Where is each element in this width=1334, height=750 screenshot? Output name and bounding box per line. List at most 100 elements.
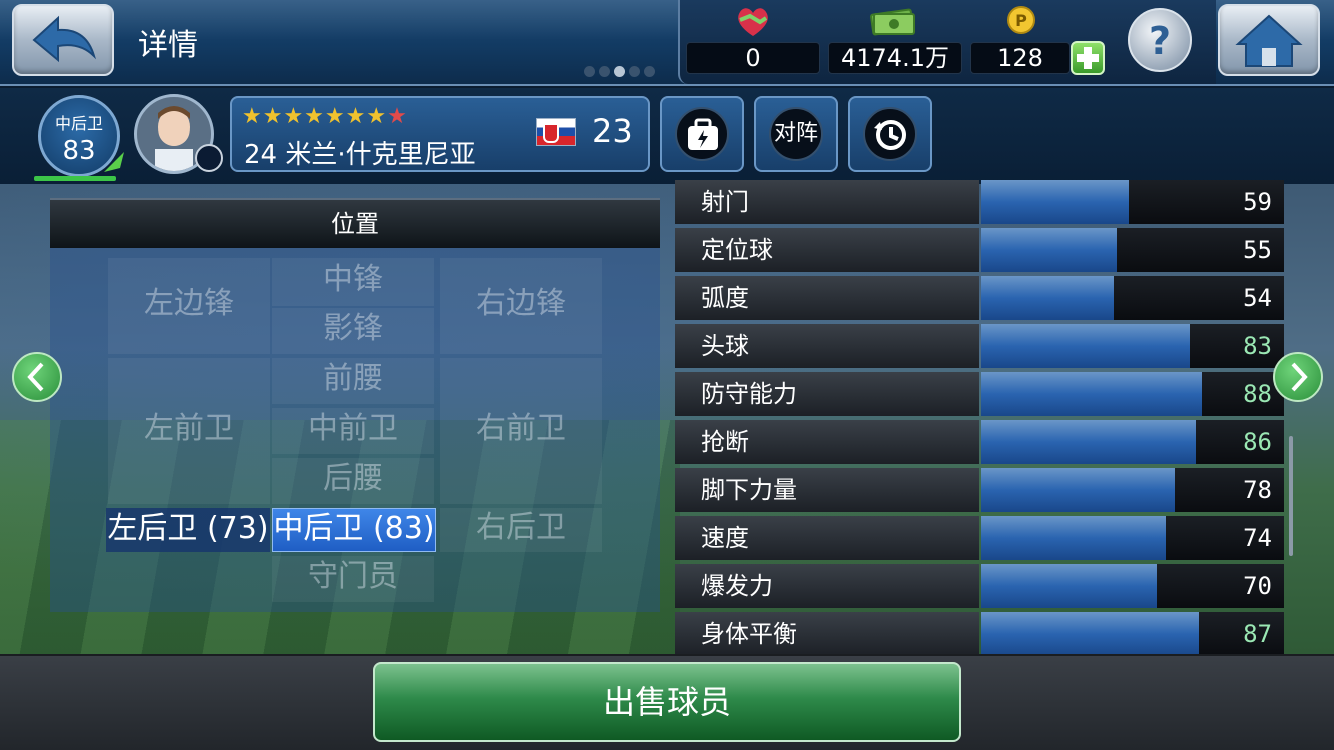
stat-value: 54	[1243, 284, 1272, 312]
stat-bar: 83	[981, 324, 1284, 368]
slovakia-flag-icon	[536, 118, 576, 146]
position-am: 前腰	[272, 358, 434, 404]
chevron-right-icon	[1291, 362, 1308, 392]
stat-row: 头球 83	[675, 324, 1284, 368]
cash-icon	[870, 4, 916, 40]
position-label: 中后卫	[54, 114, 103, 133]
stat-bar: 74	[981, 516, 1284, 560]
rating-stars: ★★★★★★★★	[242, 104, 408, 129]
stat-bar-fill	[981, 468, 1175, 512]
stat-row: 身体平衡 87	[675, 612, 1284, 656]
stat-row: 速度 74	[675, 516, 1284, 560]
stat-label: 弧度	[675, 276, 979, 320]
stat-label: 射门	[675, 180, 979, 224]
chevron-left-icon	[27, 362, 44, 392]
position-ss: 影锋	[272, 308, 434, 354]
position-dm: 后腰	[272, 458, 434, 504]
stat-value: 55	[1243, 236, 1272, 264]
stat-value: 70	[1243, 572, 1272, 600]
svg-text:?: ?	[1149, 19, 1171, 63]
stat-label: 爆发力	[675, 564, 979, 608]
sell-player-button[interactable]: 出售球员	[373, 662, 961, 742]
position-lw: 左边锋	[108, 258, 270, 354]
matchup-button[interactable]: 对阵	[754, 96, 838, 172]
stat-bar-fill	[981, 372, 1202, 416]
stat-value: 59	[1243, 188, 1272, 216]
question-icon: ?	[1149, 19, 1171, 63]
handshake-icon	[734, 4, 772, 42]
stat-bar-fill	[981, 276, 1114, 320]
page-title: 详情	[138, 28, 198, 63]
add-coins-button[interactable]	[1071, 41, 1105, 75]
stat-value: 87	[1243, 620, 1272, 648]
next-player-button[interactable]	[1273, 352, 1323, 402]
stat-bar-fill	[981, 612, 1199, 656]
stat-bar-fill	[981, 180, 1129, 224]
position-cm: 中前卫	[272, 408, 434, 454]
coin-icon: P	[1006, 4, 1036, 40]
form-arrow-icon	[102, 150, 126, 178]
previous-player-button[interactable]	[12, 352, 62, 402]
page-indicator	[584, 66, 655, 77]
stat-row: 射门 59	[675, 180, 1284, 224]
stat-value: 86	[1243, 428, 1272, 456]
stat-bar: 87	[981, 612, 1284, 656]
stat-row: 防守能力 88	[675, 372, 1284, 416]
position-cf: 中锋	[272, 258, 434, 306]
player-name: 24 米兰·什克里尼亚	[244, 140, 476, 170]
stat-bar-fill	[981, 324, 1190, 368]
stat-row: 弧度 54	[675, 276, 1284, 320]
stat-row: 抢断 86	[675, 420, 1284, 464]
stat-row: 脚下力量 78	[675, 468, 1284, 512]
player-age: 23	[592, 112, 633, 150]
position-lb: 左后卫 (73)	[106, 508, 270, 552]
friendship-points: 0	[686, 42, 820, 74]
stat-bar: 55	[981, 228, 1284, 272]
stat-bar: 59	[981, 180, 1284, 224]
stat-row: 定位球 55	[675, 228, 1284, 272]
star-icon: ★★★★★★★	[242, 104, 388, 129]
stat-label: 身体平衡	[675, 612, 979, 656]
stat-row: 爆发力 70	[675, 564, 1284, 608]
stat-label: 防守能力	[675, 372, 979, 416]
position-rb: 右后卫	[440, 508, 602, 552]
stat-bar-fill	[981, 564, 1157, 608]
history-button[interactable]	[848, 96, 932, 172]
position-rm: 右前卫	[440, 358, 602, 504]
stat-label: 抢断	[675, 420, 979, 464]
stat-bar: 54	[981, 276, 1284, 320]
coin-amount: 128	[970, 42, 1070, 74]
contract-icon	[688, 118, 718, 150]
stat-value: 74	[1243, 524, 1272, 552]
stats-scrollbar[interactable]	[1289, 436, 1293, 556]
stat-bar-fill	[981, 516, 1166, 560]
svg-text:P: P	[1015, 11, 1027, 30]
back-arrow-icon	[32, 15, 97, 63]
stat-value: 88	[1243, 380, 1272, 408]
positions-header: 位置	[50, 198, 660, 248]
contract-button[interactable]	[660, 96, 744, 172]
help-button[interactable]: ?	[1128, 8, 1192, 72]
stat-bar: 88	[981, 372, 1284, 416]
stat-bar: 70	[981, 564, 1284, 608]
position-gk: 守门员	[272, 556, 434, 602]
stat-label: 脚下力量	[675, 468, 979, 512]
stat-label: 速度	[675, 516, 979, 560]
back-button[interactable]	[12, 4, 114, 76]
home-icon	[1235, 14, 1303, 67]
club-badge-icon	[195, 144, 223, 172]
matchup-label: 对阵	[773, 121, 818, 146]
position-rw: 右边锋	[440, 258, 602, 354]
cash-amount: 4174.1万	[828, 42, 962, 74]
stat-bar: 86	[981, 420, 1284, 464]
position-cb: 中后卫 (83)	[272, 508, 436, 552]
home-button[interactable]	[1218, 4, 1320, 76]
stat-bar-fill	[981, 420, 1196, 464]
stat-bar: 78	[981, 468, 1284, 512]
stat-label: 定位球	[675, 228, 979, 272]
plus-icon	[1077, 47, 1099, 69]
stat-value: 83	[1243, 332, 1272, 360]
stat-label: 头球	[675, 324, 979, 368]
position-lm: 左前卫	[108, 358, 270, 504]
stat-bar-fill	[981, 228, 1117, 272]
